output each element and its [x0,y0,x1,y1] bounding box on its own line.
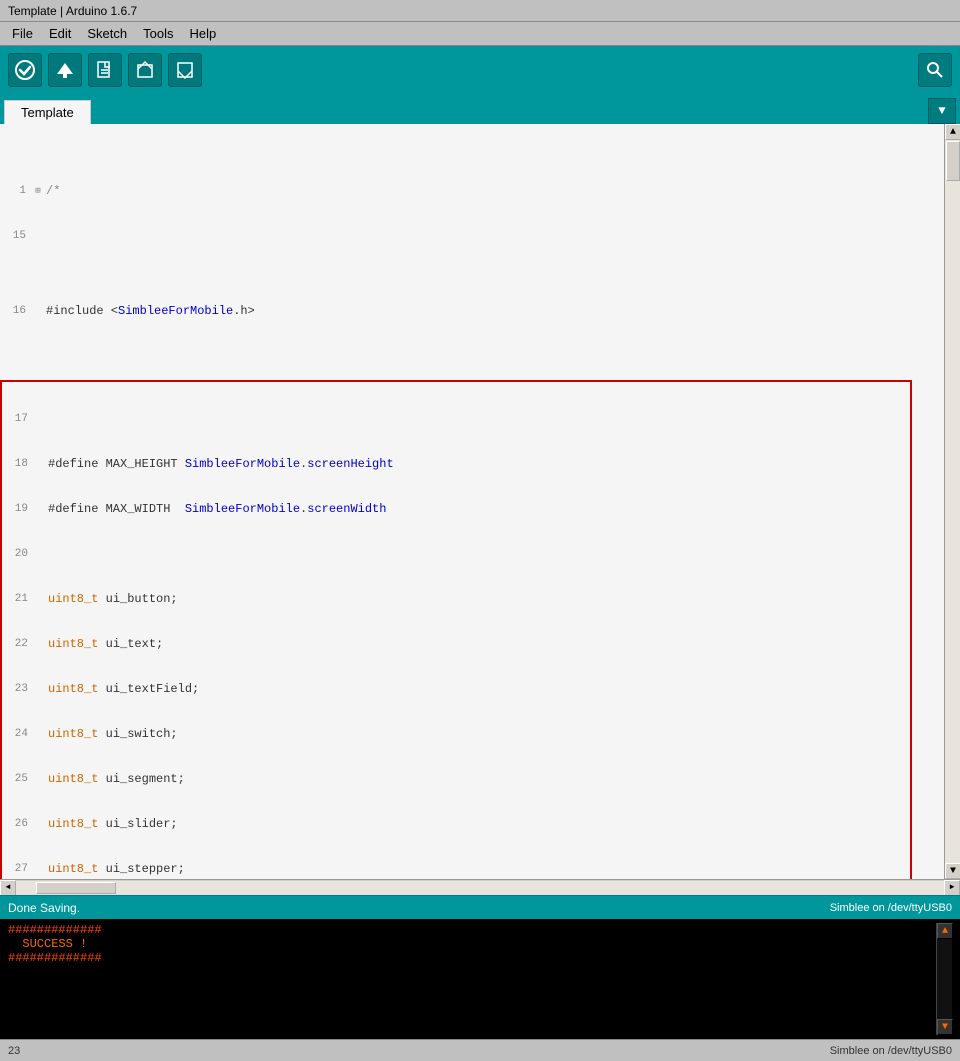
console-line-2: SUCCESS ! [8,937,936,951]
console-scrollbar[interactable]: ▲ ▼ [936,923,952,1035]
menu-sketch[interactable]: Sketch [79,24,135,43]
line-row: 19 #define MAX_WIDTH SimbleeForMobile.sc… [2,502,910,517]
line-row: 16 #include <SimbleeForMobile.h> [0,304,944,319]
line-row: 26 uint8_t ui_slider; [2,817,910,832]
code-editor[interactable]: 1 ⊞ /* 15 16 #include <SimbleeForMobile.… [0,124,944,879]
line-row: 25 uint8_t ui_segment; [2,772,910,787]
status-bar: Done Saving. Simblee on /dev/ttyUSB0 [0,895,960,919]
line-row: 21 uint8_t ui_button; [2,592,910,607]
board-info: Simblee on /dev/ttyUSB0 [830,1045,952,1057]
hscroll-track[interactable] [16,881,944,895]
status-message: Done Saving. [8,901,80,915]
line-row: 1 ⊞ /* [0,184,944,199]
menu-help[interactable]: Help [181,24,224,43]
menu-edit[interactable]: Edit [41,24,79,43]
verify-button[interactable] [8,53,42,87]
line-row: 23 uint8_t ui_textField; [2,682,910,697]
scroll-up-button[interactable]: ▲ [945,124,960,140]
bottom-bar: 23 Simblee on /dev/ttyUSB0 [0,1039,960,1061]
tab-template[interactable]: Template [4,100,91,124]
scroll-right-button[interactable]: ► [944,880,960,896]
highlight-block-1: 17 18 #define MAX_HEIGHT SimbleeForMobil… [0,380,912,879]
line-row: 20 [2,547,910,562]
code-area: 1 ⊞ /* 15 16 #include <SimbleeForMobile.… [0,124,944,879]
scroll-track[interactable] [945,140,960,863]
line-row: 24 uint8_t ui_switch; [2,727,910,742]
console: ############# SUCCESS ! ############# ▲ … [0,919,960,1039]
search-button[interactable] [918,53,952,87]
scroll-thumb[interactable] [946,141,960,181]
line-row: 18 #define MAX_HEIGHT SimbleeForMobile.s… [2,457,910,472]
new-button[interactable] [88,53,122,87]
editor-container: 1 ⊞ /* 15 16 #include <SimbleeForMobile.… [0,124,960,879]
vertical-scrollbar[interactable]: ▲ ▼ [944,124,960,879]
line-row: 15 [0,229,944,244]
console-line-1: ############# [8,923,936,937]
console-scroll-track[interactable] [937,939,952,1019]
line-row: 22 uint8_t ui_text; [2,637,910,652]
menu-tools[interactable]: Tools [135,24,181,43]
save-button[interactable] [168,53,202,87]
title-text: Template | Arduino 1.6.7 [8,4,137,18]
tab-dropdown[interactable]: ▼ [928,98,956,124]
menu-bar: File Edit Sketch Tools Help [0,22,960,46]
title-bar: Template | Arduino 1.6.7 [0,0,960,22]
menu-file[interactable]: File [4,24,41,43]
scroll-left-button[interactable]: ◄ [0,880,16,896]
hscroll-thumb[interactable] [36,882,116,894]
horizontal-scrollbar[interactable]: ◄ ► [0,879,960,895]
line-row: 17 [2,412,910,427]
upload-button[interactable] [48,53,82,87]
tab-bar: Template ▼ [0,94,960,124]
console-scroll-up[interactable]: ▲ [937,923,953,939]
scroll-down-button[interactable]: ▼ [945,863,960,879]
console-scroll-down[interactable]: ▼ [937,1019,953,1035]
line-row: 27 uint8_t ui_stepper; [2,862,910,877]
open-button[interactable] [128,53,162,87]
row-number: 23 [8,1045,20,1057]
console-line-3: ############# [8,951,936,965]
port-info: Simblee on /dev/ttyUSB0 [830,902,952,914]
toolbar [0,46,960,94]
console-content: ############# SUCCESS ! ############# [8,923,936,1035]
